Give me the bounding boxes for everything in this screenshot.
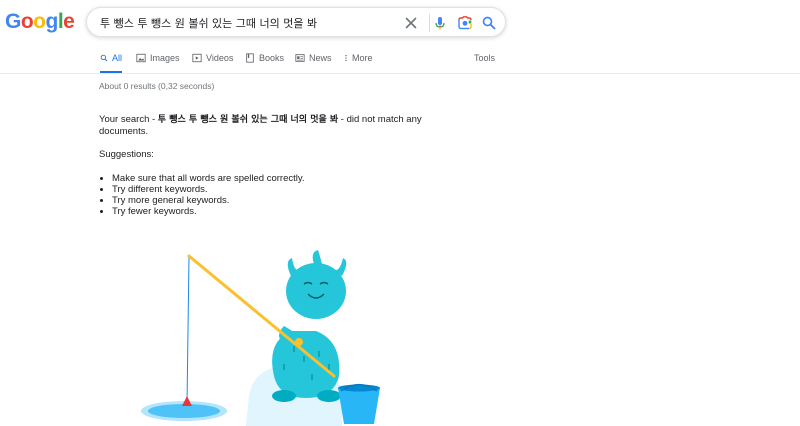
no-results-message: Your search - 투 뺑스 투 뺑스 원 볼쉬 있는 그때 너의 멋을…: [99, 114, 459, 217]
logo-letter: G: [5, 10, 21, 33]
clear-icon[interactable]: [403, 15, 419, 31]
tab-all[interactable]: All: [100, 53, 122, 73]
google-logo[interactable]: Google: [5, 10, 75, 34]
tab-label: More: [352, 53, 373, 63]
result-stats: About 0 results (0,32 seconds): [99, 81, 215, 91]
microphone-icon[interactable]: [432, 15, 448, 31]
yeti-fishing-illustration: [141, 250, 380, 426]
no-results-text: Your search - 투 뺑스 투 뺑스 원 볼쉬 있는 그때 너의 멋을…: [99, 114, 459, 137]
tab-more[interactable]: More: [344, 53, 373, 73]
tab-books[interactable]: Books: [245, 53, 284, 73]
tab-videos[interactable]: Videos: [192, 53, 233, 73]
tab-images[interactable]: Images: [136, 53, 180, 73]
search-tabs: All Images Videos Books News More Tools: [0, 48, 800, 74]
tools-button[interactable]: Tools: [474, 53, 495, 73]
search-input[interactable]: [100, 14, 390, 31]
tab-label: All: [111, 53, 122, 63]
book-icon: [246, 53, 254, 63]
tab-label: Books: [259, 53, 285, 63]
suggestions-list: Make sure that all words are spelled cor…: [99, 173, 459, 217]
image-icon: [136, 53, 146, 63]
search-icon: [100, 54, 108, 62]
logo-letter: o: [20, 10, 34, 33]
camera-lens-icon[interactable]: [457, 15, 473, 31]
logo-letter: g: [45, 10, 59, 33]
search-box: [86, 7, 506, 37]
suggestion-item: Try more general keywords.: [112, 195, 459, 206]
suggestions-title: Suggestions:: [99, 149, 154, 160]
tab-label: Videos: [206, 53, 234, 63]
no-results-query: 투 뺑스 투 뺑스 원 볼쉬 있는 그때 너의 멋을 봐: [157, 115, 339, 125]
tab-label: News: [309, 53, 332, 63]
video-icon: [192, 53, 202, 63]
news-icon: [295, 54, 305, 62]
search-icon[interactable]: [481, 15, 497, 31]
suggestion-item: Make sure that all words are spelled cor…: [112, 173, 459, 184]
suggestion-item: Try different keywords.: [112, 184, 459, 195]
logo-letter: o: [33, 10, 46, 33]
no-results-prefix: Your search -: [99, 114, 158, 125]
tab-label: Images: [150, 53, 180, 63]
more-vert-icon: [345, 55, 347, 61]
search-divider: [429, 14, 430, 32]
tab-news[interactable]: News: [295, 53, 332, 73]
logo-letter: e: [63, 10, 75, 33]
tools-label: Tools: [474, 53, 496, 63]
suggestion-item: Try fewer keywords.: [112, 206, 459, 217]
